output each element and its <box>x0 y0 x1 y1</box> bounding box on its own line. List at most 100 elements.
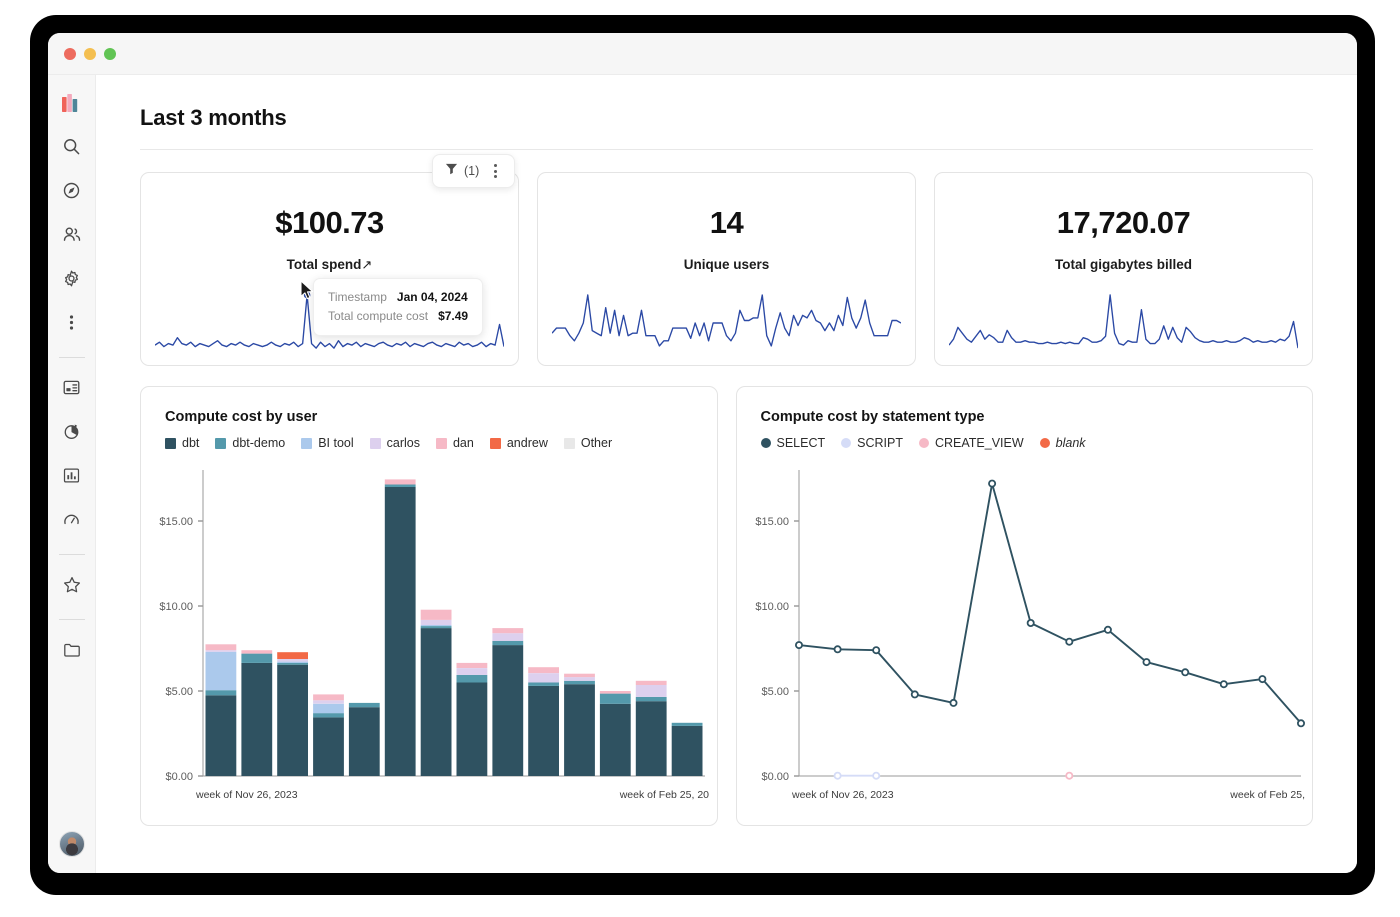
sidebar-item-files[interactable] <box>56 636 88 668</box>
card-menu-button[interactable] <box>489 164 502 178</box>
data-point-SCRIPT[interactable] <box>871 771 880 780</box>
zoom-window-button[interactable] <box>104 48 116 60</box>
data-point-SCRIPT[interactable] <box>833 771 842 780</box>
bar-segment-dbt-demo <box>456 674 488 683</box>
filter-icon <box>445 162 458 180</box>
data-point-SELECT[interactable] <box>1180 668 1189 677</box>
bar-segment-carlos <box>277 659 308 662</box>
bar-stack[interactable] <box>635 680 667 776</box>
data-point-SELECT[interactable] <box>871 646 880 655</box>
data-point-SELECT[interactable] <box>1219 680 1228 689</box>
chart-card-compute-cost-by-user[interactable]: Compute cost by user dbt dbt-demo BI tool c… <box>140 386 718 826</box>
legend-item-carlos[interactable]: carlos <box>369 436 420 450</box>
bar-stack[interactable] <box>277 652 308 776</box>
bar-stack[interactable] <box>564 673 595 776</box>
sidebar-divider-1 <box>58 357 85 358</box>
sidebar-item-pie-report[interactable] <box>56 418 88 450</box>
data-point-SELECT[interactable] <box>910 690 919 699</box>
sidebar-item-search[interactable] <box>56 133 88 165</box>
legend-item-dan[interactable]: dan <box>435 436 474 450</box>
scorecard-total-gigabytes-billed[interactable]: 17,720.07 Total gigabytes billed <box>934 172 1313 366</box>
data-point-SELECT[interactable] <box>1064 637 1073 646</box>
bar-segment-dbt-demo <box>492 640 524 646</box>
minimize-window-button[interactable] <box>84 48 96 60</box>
data-point-CREATE_VIEW[interactable] <box>1064 771 1073 780</box>
legend-item-andrew[interactable]: andrew <box>489 436 548 450</box>
legend-label: carlos <box>386 436 420 450</box>
bar-segment-BI tool <box>313 703 344 714</box>
bar-stack[interactable] <box>348 702 380 776</box>
filter-count: (1) <box>464 164 480 178</box>
legend-swatch <box>165 437 176 449</box>
chart-card-compute-cost-by-statement-type[interactable]: Compute cost by statement type SELECT SCR… <box>735 386 1313 826</box>
legend-item-other[interactable]: Other <box>563 436 613 450</box>
legend-label: dbt-demo <box>232 436 286 450</box>
data-point-SELECT[interactable] <box>1103 625 1112 634</box>
legend-item-create-view[interactable]: CREATE_VIEW <box>918 436 1024 450</box>
bar-stack[interactable] <box>241 650 273 776</box>
bar-stack[interactable] <box>599 691 631 777</box>
legend-label: SCRIPT <box>857 436 903 450</box>
bar-stack[interactable] <box>384 479 416 776</box>
legend-swatch <box>1039 438 1050 448</box>
search-icon <box>63 138 80 160</box>
avatar[interactable] <box>58 831 85 857</box>
more-vertical-icon <box>494 164 498 167</box>
scorecard-total-spend[interactable]: $100.73 Total spend↗ <box>140 172 519 366</box>
bar-stack[interactable] <box>456 662 488 776</box>
bar-stack[interactable] <box>671 722 703 776</box>
tooltip-value: Jan 04, 2024 <box>396 290 468 304</box>
bar-segment-carlos <box>420 619 452 625</box>
bar-stack[interactable] <box>528 667 559 776</box>
bar-stack[interactable] <box>420 609 452 776</box>
bar-stack[interactable] <box>492 628 524 776</box>
legend-item-bi-tool[interactable]: BI tool <box>301 436 354 450</box>
legend-label: Other <box>580 436 613 450</box>
sidebar-item-logo[interactable] <box>56 89 88 121</box>
more-vertical-icon <box>69 314 74 336</box>
legend-label: blank <box>1055 436 1086 450</box>
chart-legend: dbt dbt-demo BI tool carlos dan andrew Other <box>141 425 717 450</box>
bar-segment-carlos <box>635 685 667 697</box>
data-point-SELECT[interactable] <box>794 641 803 650</box>
card-toolbar: (1) <box>432 154 516 188</box>
sidebar-item-more[interactable] <box>56 309 88 341</box>
legend-item-select[interactable]: SELECT <box>760 436 826 450</box>
sidebar-item-favorites[interactable] <box>56 571 88 603</box>
tooltip-key: Total compute cost <box>328 309 429 323</box>
legend-item-script[interactable]: SCRIPT <box>841 436 903 450</box>
scorecard-unique-users[interactable]: 14 Unique users <box>537 172 916 366</box>
bar-stack[interactable] <box>313 694 344 776</box>
data-point-SELECT[interactable] <box>1141 658 1150 667</box>
gauge-icon <box>63 511 80 533</box>
chart-title: Compute cost by user <box>165 409 318 425</box>
sidebar-item-browse[interactable] <box>56 177 88 209</box>
data-point-SELECT[interactable] <box>1026 618 1035 627</box>
data-point-SELECT[interactable] <box>948 698 957 707</box>
bar-segment-dbt <box>564 684 595 776</box>
bar-stack[interactable] <box>205 644 237 777</box>
legend-swatch <box>301 437 313 449</box>
y-axis-tick-label: $15.00 <box>159 516 193 528</box>
sidebar-item-people[interactable] <box>56 221 88 253</box>
sidebar-item-gauge-report[interactable] <box>56 506 88 538</box>
bar-segment-dbt-demo <box>277 663 308 665</box>
bar-segment-BI tool <box>420 625 452 626</box>
close-window-button[interactable] <box>64 48 76 60</box>
bar-segment-dbt-demo <box>384 484 416 487</box>
data-point-SELECT[interactable] <box>833 645 842 654</box>
bar-segment-dbt <box>348 707 380 776</box>
sidebar-item-dashboard[interactable] <box>56 374 88 406</box>
y-axis-tick-label: $15.00 <box>755 516 789 528</box>
data-point-SELECT[interactable] <box>987 479 996 488</box>
sidebar-item-bar-report[interactable] <box>56 462 88 494</box>
legend-item-dbt-demo[interactable]: dbt-demo <box>215 436 285 450</box>
data-point-SELECT[interactable] <box>1257 675 1266 684</box>
bar-segment-dan <box>241 650 273 654</box>
sidebar-item-settings[interactable] <box>56 265 88 297</box>
data-point-SELECT[interactable] <box>1296 719 1305 728</box>
legend-item-blank[interactable]: blank <box>1039 436 1086 450</box>
filter-button[interactable]: (1) <box>445 162 479 180</box>
legend-item-dbt[interactable]: dbt <box>165 436 199 450</box>
legend-label: SELECT <box>776 436 826 450</box>
